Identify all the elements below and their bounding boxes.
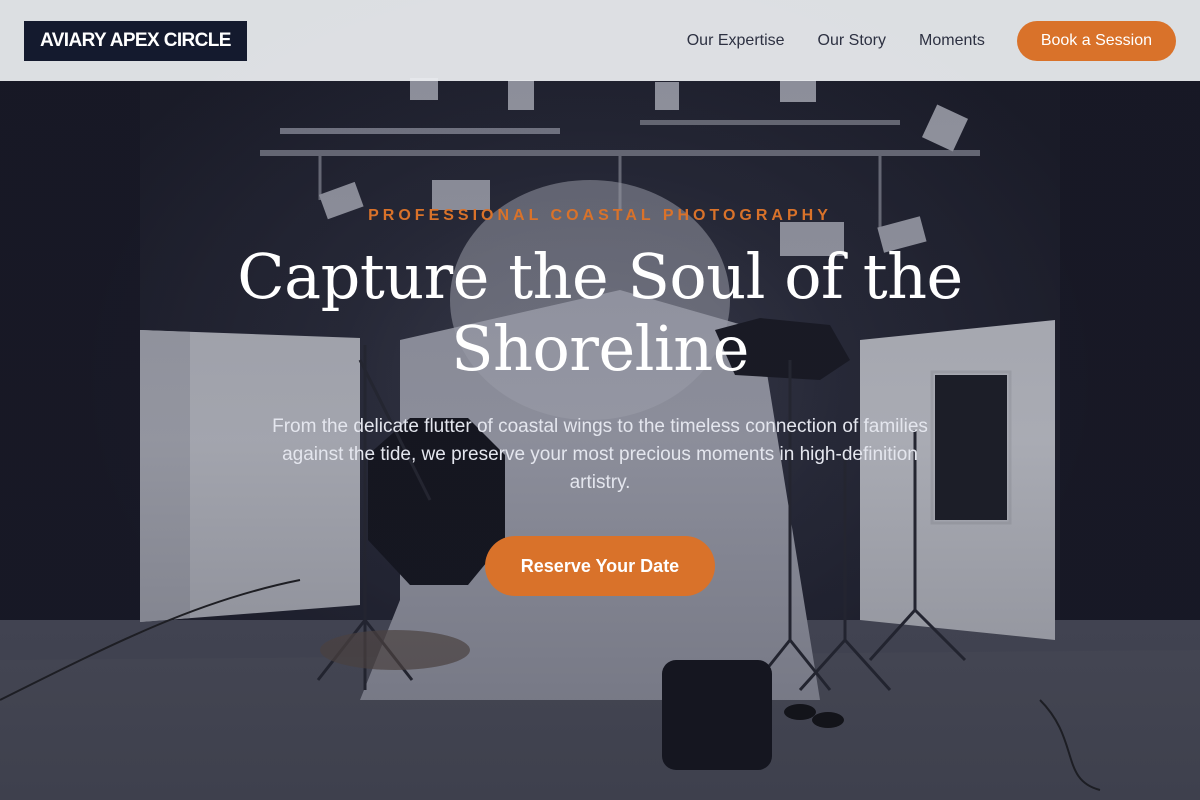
brand-logo[interactable]: AVIARY APEX CIRCLE bbox=[24, 20, 247, 61]
book-session-button[interactable]: Book a Session bbox=[1016, 20, 1176, 61]
reserve-date-button[interactable]: Reserve Your Date bbox=[485, 536, 715, 596]
hero-eyebrow: PROFESSIONAL COASTAL PHOTOGRAPHY bbox=[368, 207, 832, 224]
hero-section: PROFESSIONAL COASTAL PHOTOGRAPHY Capture… bbox=[0, 81, 1200, 800]
nav-link-our-expertise[interactable]: Our Expertise bbox=[687, 32, 785, 50]
hero-headline: Capture the Soul of the Shoreline bbox=[237, 240, 963, 385]
hero-subtext: From the delicate flutter of coastal win… bbox=[272, 416, 928, 493]
main-nav: Our Expertise Our Story Moments Book a S… bbox=[687, 20, 1176, 61]
site-header: AVIARY APEX CIRCLE Our Expertise Our Sto… bbox=[0, 0, 1200, 81]
nav-link-our-story[interactable]: Our Story bbox=[818, 32, 886, 50]
nav-link-moments[interactable]: Moments bbox=[919, 32, 985, 50]
